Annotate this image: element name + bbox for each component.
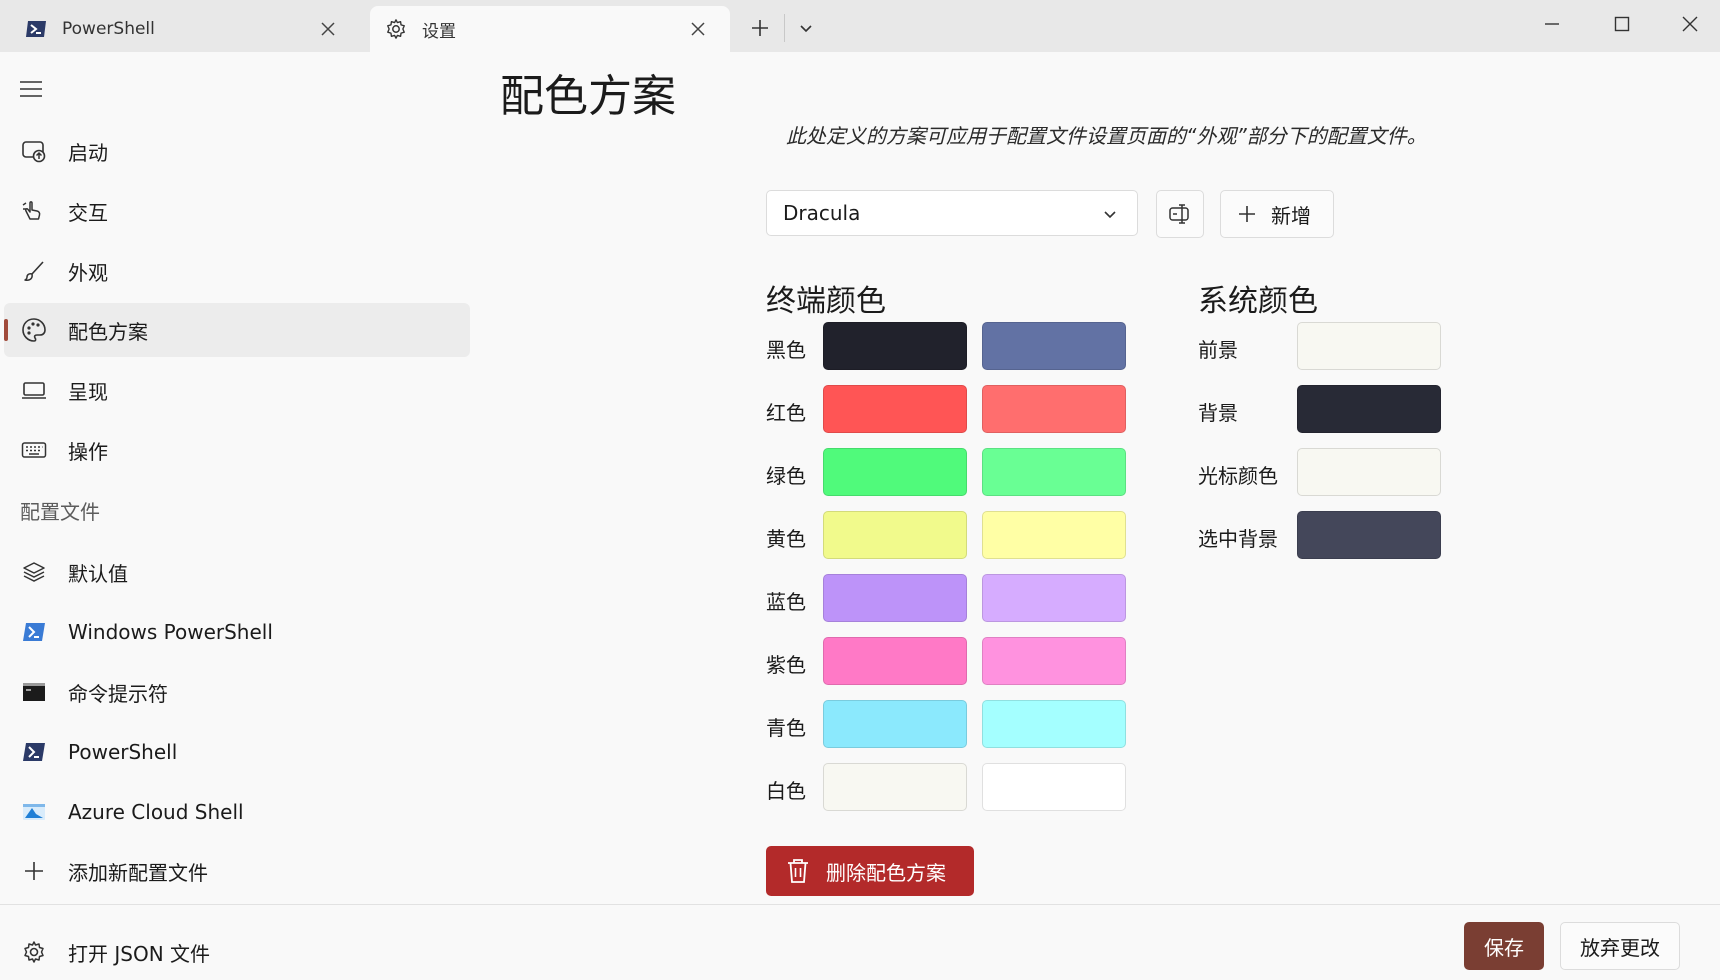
system-colors-heading: 系统颜色 bbox=[1198, 284, 1318, 319]
color-swatch-normal[interactable] bbox=[823, 448, 967, 496]
sidebar-item-defaults[interactable]: 默认值 bbox=[4, 545, 470, 599]
tab-dropdown-button[interactable] bbox=[790, 12, 822, 44]
layers-icon bbox=[20, 558, 48, 586]
sidebar-item-azure-cloud-shell[interactable]: Azure Cloud Shell bbox=[4, 785, 470, 839]
system-color-swatch[interactable] bbox=[1297, 511, 1441, 559]
sidebar-item-color-schemes[interactable]: 配色方案 bbox=[4, 303, 470, 357]
chevron-down-icon bbox=[800, 25, 812, 33]
color-swatch-normal[interactable] bbox=[823, 511, 967, 559]
sidebar-item-rendering[interactable]: 呈现 bbox=[4, 363, 470, 417]
sidebar-item-appearance[interactable]: 外观 bbox=[4, 244, 470, 298]
tab-separator bbox=[784, 14, 785, 42]
azure-icon bbox=[20, 798, 48, 826]
powershell-icon bbox=[20, 738, 48, 766]
brush-icon bbox=[20, 257, 48, 285]
hamburger-menu-button[interactable] bbox=[18, 78, 44, 100]
bottom-divider bbox=[0, 904, 1720, 905]
new-button-label: 新增 bbox=[1271, 203, 1311, 228]
startup-icon bbox=[20, 137, 48, 165]
palette-icon bbox=[20, 316, 48, 344]
tab-label: PowerShell bbox=[62, 19, 155, 39]
plus-icon bbox=[20, 857, 48, 885]
terminal-color-label: 绿色 bbox=[766, 464, 806, 488]
terminal-color-label: 黑色 bbox=[766, 338, 806, 362]
close-icon[interactable] bbox=[316, 17, 340, 41]
terminal-colors-heading: 终端颜色 bbox=[766, 284, 886, 319]
selected-scheme-value: Dracula bbox=[783, 201, 861, 225]
minimize-button[interactable] bbox=[1532, 6, 1572, 42]
open-json-file-button[interactable]: 打开 JSON 文件 bbox=[4, 925, 470, 979]
color-swatch-normal[interactable] bbox=[823, 322, 967, 370]
color-swatch-bright[interactable] bbox=[982, 448, 1126, 496]
interaction-icon bbox=[20, 197, 48, 225]
sidebar-item-powershell[interactable]: PowerShell bbox=[4, 725, 470, 779]
sidebar-item-add-new-profile[interactable]: 添加新配置文件 bbox=[4, 844, 470, 898]
hamburger-icon bbox=[20, 81, 42, 97]
color-swatch-bright[interactable] bbox=[982, 511, 1126, 559]
maximize-button[interactable] bbox=[1602, 6, 1642, 42]
rename-icon bbox=[1169, 204, 1189, 224]
terminal-color-label: 黄色 bbox=[766, 527, 806, 551]
plus-icon bbox=[1239, 206, 1255, 222]
system-color-label: 光标颜色 bbox=[1198, 464, 1278, 488]
delete-button-label: 删除配色方案 bbox=[826, 860, 946, 885]
chevron-down-icon bbox=[1104, 211, 1116, 219]
system-color-swatch[interactable] bbox=[1297, 385, 1441, 433]
rename-scheme-button[interactable] bbox=[1156, 190, 1204, 238]
new-scheme-button[interactable]: 新增 bbox=[1220, 190, 1334, 238]
terminal-color-label: 红色 bbox=[766, 401, 806, 425]
delete-scheme-button[interactable]: 删除配色方案 bbox=[766, 846, 974, 896]
sidebar-item-startup[interactable]: 启动 bbox=[4, 124, 470, 178]
plus-icon bbox=[752, 20, 768, 36]
discard-changes-button[interactable]: 放弃更改 bbox=[1560, 922, 1680, 970]
tab-label: 设置 bbox=[422, 21, 456, 42]
save-button[interactable]: 保存 bbox=[1464, 922, 1544, 970]
system-color-label: 选中背景 bbox=[1198, 527, 1278, 551]
powershell-icon bbox=[24, 17, 48, 41]
page-title: 配色方案 bbox=[500, 71, 676, 122]
keyboard-icon bbox=[20, 436, 48, 464]
tab-powershell[interactable]: PowerShell bbox=[0, 6, 360, 52]
trash-icon bbox=[788, 859, 808, 883]
terminal-color-label: 蓝色 bbox=[766, 590, 806, 614]
color-swatch-bright[interactable] bbox=[982, 763, 1126, 811]
system-color-label: 前景 bbox=[1198, 338, 1238, 362]
maximize-icon bbox=[1614, 16, 1630, 32]
gear-icon bbox=[20, 938, 48, 966]
sidebar-item-interaction[interactable]: 交互 bbox=[4, 184, 470, 238]
title-bar: PowerShell 设置 bbox=[0, 0, 1720, 52]
color-swatch-normal[interactable] bbox=[823, 763, 967, 811]
system-color-label: 背景 bbox=[1198, 401, 1238, 425]
color-swatch-normal[interactable] bbox=[823, 637, 967, 685]
new-tab-button[interactable] bbox=[744, 12, 776, 44]
close-icon bbox=[1682, 16, 1698, 32]
sidebar-item-windows-powershell[interactable]: Windows PowerShell bbox=[4, 605, 470, 659]
cmd-icon bbox=[20, 678, 48, 706]
window-close-button[interactable] bbox=[1670, 6, 1710, 42]
gear-icon bbox=[384, 17, 408, 41]
system-color-swatch[interactable] bbox=[1297, 322, 1441, 370]
terminal-color-label: 青色 bbox=[766, 716, 806, 740]
color-scheme-dropdown[interactable]: Dracula bbox=[766, 190, 1138, 236]
color-swatch-normal[interactable] bbox=[823, 385, 967, 433]
color-swatch-bright[interactable] bbox=[982, 574, 1126, 622]
terminal-color-label: 紫色 bbox=[766, 653, 806, 677]
terminal-color-label: 白色 bbox=[766, 779, 806, 803]
sidebar-item-command-prompt[interactable]: 命令提示符 bbox=[4, 665, 470, 719]
color-swatch-bright[interactable] bbox=[982, 322, 1126, 370]
color-swatch-normal[interactable] bbox=[823, 700, 967, 748]
close-icon[interactable] bbox=[686, 17, 710, 41]
system-color-swatch[interactable] bbox=[1297, 448, 1441, 496]
profiles-section-header: 配置文件 bbox=[20, 500, 100, 524]
sidebar-item-actions[interactable]: 操作 bbox=[4, 423, 470, 477]
monitor-icon bbox=[20, 376, 48, 404]
minimize-icon bbox=[1545, 23, 1559, 25]
tab-settings[interactable]: 设置 bbox=[370, 6, 730, 52]
color-swatch-bright[interactable] bbox=[982, 385, 1126, 433]
color-swatch-bright[interactable] bbox=[982, 637, 1126, 685]
color-swatch-bright[interactable] bbox=[982, 700, 1126, 748]
powershell-icon bbox=[20, 618, 48, 646]
color-swatch-normal[interactable] bbox=[823, 574, 967, 622]
page-description: 此处定义的方案可应用于配置文件设置页面的“外观”部分下的配置文件。 bbox=[786, 124, 1427, 148]
